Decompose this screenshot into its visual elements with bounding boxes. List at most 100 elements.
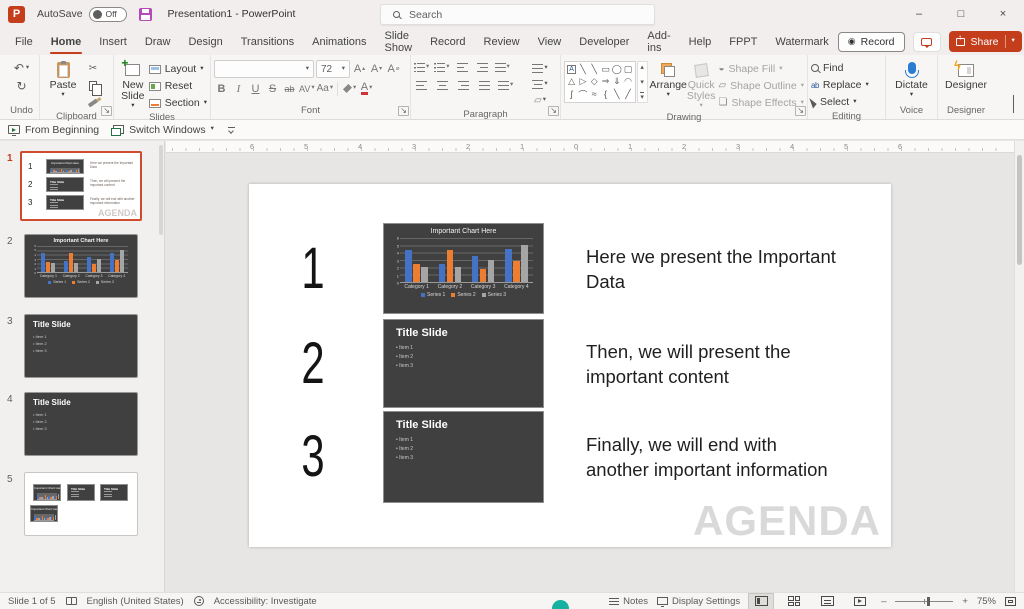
- text-highlight-button[interactable]: ▾: [342, 81, 357, 96]
- shape-glyph-icon[interactable]: ◇: [591, 76, 598, 87]
- shape-glyph-icon[interactable]: ▢: [624, 64, 633, 75]
- tab-record[interactable]: Record: [421, 28, 474, 55]
- tab-fppt[interactable]: FPPT: [720, 28, 766, 55]
- slide-indicator[interactable]: Slide 1 of 5: [8, 596, 56, 607]
- format-painter-button[interactable]: [83, 95, 103, 110]
- tab-review[interactable]: Review: [475, 28, 529, 55]
- font-dialog-launcher[interactable]: ↘: [398, 106, 409, 116]
- normal-view-button[interactable]: [748, 592, 775, 609]
- shapes-gallery-scroll[interactable]: ▴ ▾ ▾: [636, 61, 648, 103]
- find-button[interactable]: Find: [811, 60, 843, 76]
- zoom-slider-thumb[interactable]: [927, 596, 931, 606]
- tab-help[interactable]: Help: [680, 28, 721, 55]
- designer-button[interactable]: Designer: [945, 58, 987, 91]
- align-left-button[interactable]: [414, 78, 429, 93]
- slide-thumbnail-4[interactable]: Title Slide • Item 1 • Item 2 • Item 3: [24, 392, 138, 456]
- slide-thumb-title[interactable]: Title Slide • Item 1 • Item 2 • Item 3: [383, 319, 544, 408]
- powerpoint-app-icon[interactable]: P: [8, 5, 25, 23]
- select-button[interactable]: Select ▾: [809, 94, 856, 110]
- close-button[interactable]: ×: [982, 0, 1024, 28]
- zoom-out-button[interactable]: –: [881, 596, 886, 607]
- accessibility-status[interactable]: Accessibility: Investigate: [214, 596, 317, 607]
- shape-glyph-icon[interactable]: ╲: [591, 64, 596, 75]
- convert-to-smartart-button[interactable]: ▱ ▾: [530, 93, 550, 108]
- maximize-button[interactable]: □: [940, 0, 982, 28]
- shape-glyph-icon[interactable]: ⇒: [602, 76, 610, 87]
- quick-styles-button[interactable]: Quick Styles ▾: [687, 58, 715, 110]
- tab-slide-show[interactable]: Slide Show: [376, 28, 422, 55]
- font-size-combo[interactable]: 72 ▾: [316, 60, 350, 78]
- strikethrough-ab-button[interactable]: ab: [282, 81, 297, 96]
- scroll-down-icon[interactable]: ▾: [640, 78, 644, 86]
- gallery-more-icon[interactable]: ▾: [640, 92, 644, 101]
- tab-watermark[interactable]: Watermark: [766, 28, 837, 55]
- scrollbar-thumb[interactable]: [1017, 155, 1022, 265]
- shape-fill-button[interactable]: ◒ Shape Fill ▾: [718, 61, 804, 77]
- switch-windows-button[interactable]: Switch Windows ▾: [111, 124, 214, 136]
- clear-formatting-button[interactable]: A ⌀: [386, 62, 401, 77]
- paragraph-dialog-launcher[interactable]: ↘: [548, 106, 559, 116]
- shape-glyph-icon[interactable]: ╲: [614, 89, 619, 100]
- slide-thumbnail-3[interactable]: Title Slide • Item 1 • Item 2 • Item 3: [24, 314, 138, 378]
- tab-transitions[interactable]: Transitions: [232, 28, 303, 55]
- shape-glyph-icon[interactable]: ⌒: [578, 88, 587, 101]
- shape-effects-button[interactable]: ❏ Shape Effects ▾: [718, 95, 804, 111]
- align-right-button[interactable]: [456, 78, 471, 93]
- tab-design[interactable]: Design: [179, 28, 231, 55]
- reset-button[interactable]: Reset: [148, 78, 207, 94]
- shape-glyph-icon[interactable]: ▭: [601, 64, 610, 75]
- shape-glyph-icon[interactable]: △: [568, 76, 575, 87]
- shape-glyph-icon[interactable]: ⇓: [613, 76, 621, 87]
- slide-thumbnail-2[interactable]: Important Chart Here 0 1 2 3 4 5 6 Category 1 Cat…: [24, 234, 138, 298]
- collapse-ribbon-button[interactable]: [1013, 95, 1014, 113]
- strikethrough-button[interactable]: S: [265, 81, 280, 96]
- increase-indent-button[interactable]: [475, 60, 490, 75]
- line-spacing-button[interactable]: ▾: [494, 60, 510, 75]
- slide-thumbnail-5[interactable]: Important Chart Here Title Slide Title Sli…: [24, 472, 138, 536]
- scroll-up-icon[interactable]: ▴: [640, 63, 644, 71]
- tab-add-ins[interactable]: Add-ins: [638, 28, 679, 55]
- italic-button[interactable]: I: [231, 81, 246, 96]
- language-indicator[interactable]: English (United States): [87, 596, 184, 607]
- comments-button[interactable]: [912, 31, 941, 52]
- shapes-gallery[interactable]: A ╲ ╲ ▭ ◯ ▢ △ ▷ ◇ ⇒ ⇓ ◠ ʃ ⌒ ≈ {╲ ╱: [564, 61, 636, 103]
- shape-outline-button[interactable]: ▱ Shape Outline ▾: [718, 78, 804, 94]
- shape-glyph-icon[interactable]: ╱: [625, 89, 630, 100]
- spell-check-icon[interactable]: [65, 597, 77, 605]
- copy-button[interactable]: [83, 78, 103, 96]
- undo-button[interactable]: ↶ ▾: [12, 60, 31, 76]
- bullets-button[interactable]: ▾: [414, 60, 429, 75]
- agenda-text[interactable]: Finally, we will end with another import…: [586, 411, 841, 503]
- minimize-button[interactable]: –: [898, 0, 940, 28]
- decrease-indent-button[interactable]: [455, 60, 470, 75]
- share-button[interactable]: Share ▾: [948, 31, 1022, 52]
- save-icon[interactable]: [138, 7, 152, 21]
- dictate-button[interactable]: Dictate ▾: [895, 58, 928, 99]
- change-case-button[interactable]: Aa ▾: [317, 81, 334, 96]
- panel-scrollbar[interactable]: [159, 145, 163, 235]
- agenda-text[interactable]: Then, we will present the important cont…: [586, 319, 841, 408]
- tab-animations[interactable]: Animations: [303, 28, 375, 55]
- zoom-in-button[interactable]: +: [962, 596, 968, 607]
- justify-button[interactable]: [477, 78, 492, 93]
- shape-glyph-icon[interactable]: {: [604, 89, 607, 99]
- shape-glyph-icon[interactable]: ʃ: [571, 89, 573, 99]
- character-spacing-button[interactable]: AV ▾: [299, 81, 315, 96]
- underline-button[interactable]: U: [248, 81, 263, 96]
- tab-file[interactable]: File: [6, 28, 42, 55]
- shape-glyph-icon[interactable]: ╲: [580, 64, 585, 75]
- slide-sorter-view-button[interactable]: [782, 594, 806, 609]
- align-text-button[interactable]: ▾: [530, 77, 550, 92]
- arrange-button[interactable]: Arrange ▾: [650, 58, 687, 99]
- paste-button[interactable]: Paste ▾: [43, 58, 83, 99]
- drawing-dialog-launcher[interactable]: ↘: [795, 106, 806, 116]
- clipboard-dialog-launcher[interactable]: ↘: [101, 106, 112, 116]
- horizontal-ruler[interactable]: 6 5 4 3 2 1 0 1 2 3 4 5 6: [166, 141, 1014, 153]
- slide-thumb-chart[interactable]: Important Chart Here 0 1 2 3 4 5 6 Category 1 Cat…: [383, 223, 544, 314]
- agenda-text[interactable]: Here we present the Important Data: [586, 223, 841, 314]
- zoom-slider[interactable]: [895, 596, 954, 606]
- notes-button[interactable]: Notes: [609, 596, 648, 607]
- reading-view-button[interactable]: [815, 594, 839, 609]
- tab-view[interactable]: View: [529, 28, 571, 55]
- columns-button[interactable]: ▾: [498, 78, 513, 93]
